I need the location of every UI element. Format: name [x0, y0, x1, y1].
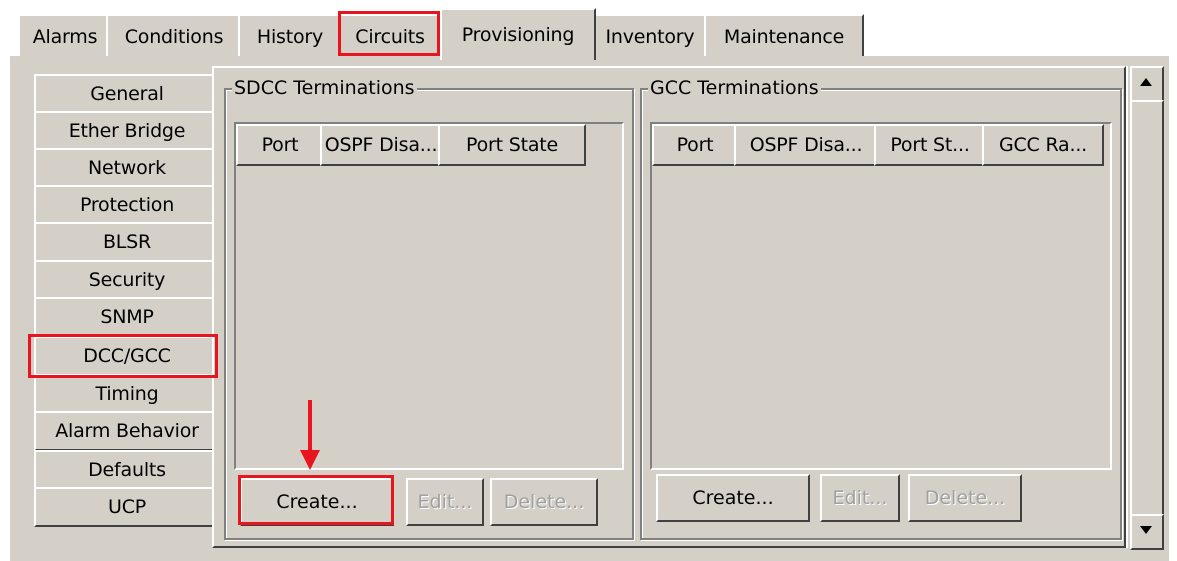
sdcc-table[interactable]: Port OSPF Disa... Port State: [234, 122, 624, 470]
vertical-scrollbar[interactable]: [1126, 66, 1164, 550]
subtab-label: Network: [88, 157, 166, 179]
scroll-up-button[interactable]: [1130, 66, 1164, 102]
subtab-label: DCC/GCC: [83, 345, 171, 367]
subtab-ether-bridge[interactable]: Ether Bridge: [34, 111, 220, 151]
subtab-blsr[interactable]: BLSR: [34, 222, 220, 262]
subtab-defaults[interactable]: Defaults: [34, 450, 220, 490]
tab-label: Conditions: [124, 26, 224, 48]
tab-label: Provisioning: [461, 24, 575, 46]
tab-strip: Alarms Conditions History Circuits Provi…: [0, 0, 1177, 60]
tab-conditions[interactable]: Conditions: [106, 14, 242, 58]
sdcc-col-ospf[interactable]: OSPF Disa...: [320, 124, 442, 166]
subtab-label: SNMP: [100, 306, 154, 328]
dcc-gcc-content: SDCC Terminations Port OSPF Disa... Port…: [212, 66, 1126, 548]
sdcc-delete-button[interactable]: Delete...: [490, 478, 598, 526]
tab-maintenance[interactable]: Maintenance: [704, 14, 864, 58]
subtab-label: Security: [88, 269, 166, 291]
sdcc-col-port[interactable]: Port: [236, 124, 324, 166]
gcc-col-port[interactable]: Port: [652, 124, 738, 166]
sdcc-col-port-state[interactable]: Port State: [438, 124, 586, 166]
sdcc-terminations-group: SDCC Terminations Port OSPF Disa... Port…: [224, 77, 634, 540]
gcc-col-ospf[interactable]: OSPF Disa...: [734, 124, 878, 166]
gcc-delete-button[interactable]: Delete...: [908, 474, 1022, 522]
subtab-label: BLSR: [102, 231, 152, 253]
triangle-up-icon: [1140, 78, 1152, 86]
subtab-ucp[interactable]: UCP: [34, 487, 220, 527]
scroll-down-button[interactable]: [1130, 514, 1164, 550]
subtab-label: UCP: [107, 496, 147, 518]
gcc-col-port-state[interactable]: Port St...: [874, 124, 986, 166]
gcc-table[interactable]: Port OSPF Disa... Port St... GCC Ra...: [650, 122, 1112, 470]
gcc-create-button[interactable]: Create...: [656, 474, 810, 522]
subtab-label: Timing: [95, 383, 159, 405]
subtab-label: General: [90, 83, 164, 105]
subtab-snmp[interactable]: SNMP: [34, 297, 220, 337]
tab-circuits[interactable]: Circuits: [338, 14, 442, 58]
scroll-thumb[interactable]: [1130, 100, 1164, 518]
red-down-arrow-icon: [300, 400, 320, 470]
subtab-dcc-gcc[interactable]: DCC/GCC: [34, 336, 220, 376]
tab-label: Maintenance: [723, 26, 845, 48]
sdcc-create-button[interactable]: Create...: [240, 478, 394, 526]
subtab-timing[interactable]: Timing: [34, 374, 220, 414]
triangle-down-icon: [1140, 526, 1152, 534]
subtab-label: Alarm Behavior: [55, 420, 199, 442]
subtab-general[interactable]: General: [34, 74, 220, 114]
tab-label: Inventory: [605, 26, 695, 48]
tab-label: Circuits: [355, 26, 425, 48]
gcc-edit-button[interactable]: Edit...: [820, 474, 900, 522]
tab-label: History: [256, 26, 324, 48]
sdcc-edit-button[interactable]: Edit...: [406, 478, 484, 526]
subtab-security[interactable]: Security: [34, 260, 220, 300]
tab-alarms[interactable]: Alarms: [18, 14, 112, 58]
subtab-protection[interactable]: Protection: [34, 185, 220, 225]
gcc-col-gcc-rate[interactable]: GCC Ra...: [982, 124, 1104, 166]
subtab-network[interactable]: Network: [34, 148, 220, 188]
subtab-alarm-behavior[interactable]: Alarm Behavior: [34, 411, 220, 451]
tab-inventory[interactable]: Inventory: [592, 14, 708, 58]
gcc-terminations-group: GCC Terminations Port OSPF Disa... Port …: [640, 77, 1122, 540]
tab-history[interactable]: History: [238, 14, 342, 58]
sdcc-terminations-title: SDCC Terminations: [232, 77, 417, 99]
tab-provisioning[interactable]: Provisioning: [440, 8, 596, 60]
gcc-terminations-title: GCC Terminations: [648, 77, 821, 99]
subtab-label: Defaults: [88, 459, 166, 481]
subtab-label: Ether Bridge: [68, 120, 186, 142]
tab-label: Alarms: [32, 26, 98, 48]
subtab-label: Protection: [79, 194, 175, 216]
